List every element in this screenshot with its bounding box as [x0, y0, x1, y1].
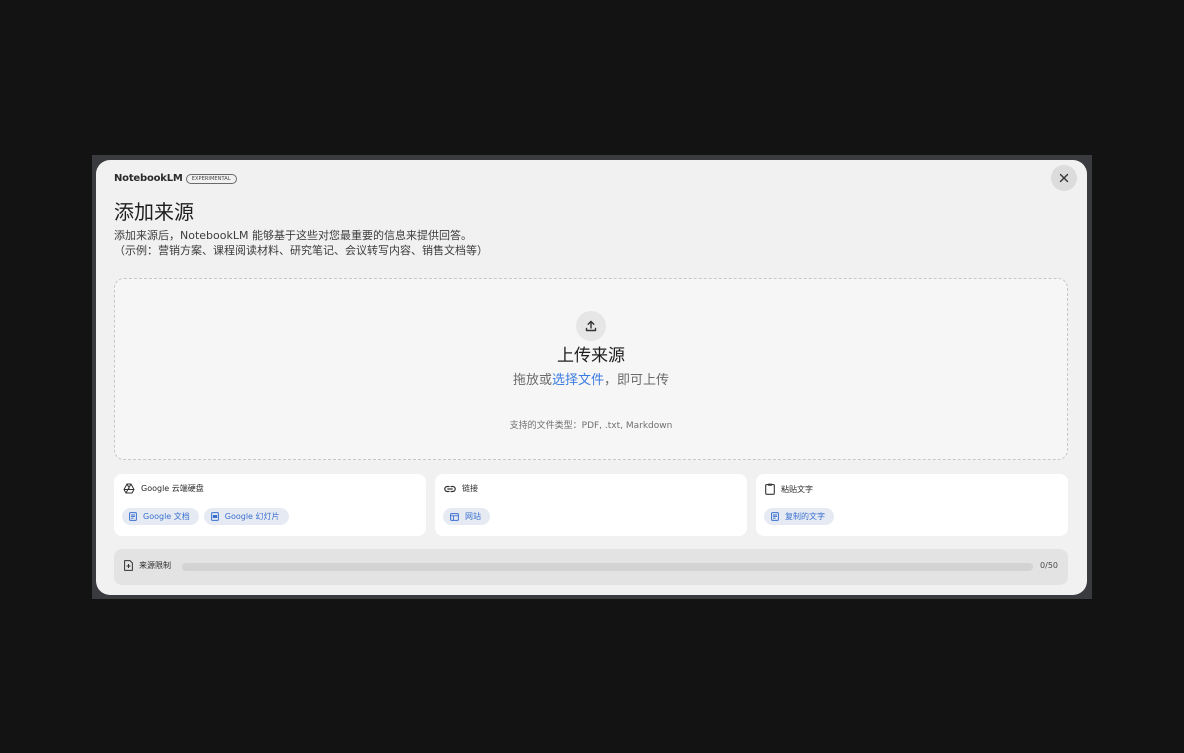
chip-group: Google 文档 Google 幻灯片 [122, 508, 289, 525]
upload-icon [585, 320, 597, 332]
source-limit-label-group: 来源限制 [124, 560, 171, 571]
chip-label: Google 文档 [143, 512, 190, 521]
close-icon [1059, 173, 1069, 183]
drive-icon [123, 483, 135, 494]
source-card-google-drive: Google 云端硬盘 Google 文档 Google 幻灯片 [114, 474, 426, 536]
upload-subtitle: 拖放或选择文件，即可上传 [115, 369, 1067, 388]
docs-icon [129, 512, 137, 521]
chip-label: 复制的文字 [785, 512, 825, 521]
chip-label: 网站 [465, 512, 481, 521]
clipboard-icon [765, 483, 775, 495]
website-chip[interactable]: 网站 [443, 508, 490, 525]
card-header: 链接 [444, 483, 478, 494]
chip-group: 复制的文字 [764, 508, 834, 525]
copied-text-chip[interactable]: 复制的文字 [764, 508, 834, 525]
add-sources-dialog: NotebookLM EXPERIMENTAL 添加来源 添加来源后，Noteb… [96, 160, 1087, 595]
upload-dropzone[interactable]: 上传来源 拖放或选择文件，即可上传 支持的文件类型：PDF, .txt, Mar… [114, 278, 1068, 460]
description-line-1: 添加来源后，NotebookLM 能够基于这些对您最重要的信息来提供回答。 [114, 229, 472, 242]
text-icon [771, 512, 779, 521]
upload-sub-prefix: 拖放或 [512, 373, 552, 388]
upload-sub-suffix: ，即可上传 [604, 373, 670, 388]
card-header: Google 云端硬盘 [123, 483, 204, 494]
brand-name: NotebookLM [114, 173, 183, 184]
google-docs-chip[interactable]: Google 文档 [122, 508, 199, 525]
slides-icon [210, 512, 219, 521]
description-line-2: （示例：营销方案、课程阅读材料、研究笔记、会议转写内容、销售文档等） [114, 244, 488, 257]
link-icon [444, 485, 456, 492]
source-limit-count: 0/50 [1040, 561, 1058, 570]
brand-row: NotebookLM EXPERIMENTAL [114, 173, 237, 184]
upload-button[interactable] [576, 311, 606, 341]
website-icon [450, 512, 459, 521]
experimental-badge: EXPERIMENTAL [185, 173, 237, 184]
google-slides-chip[interactable]: Google 幻灯片 [203, 508, 289, 525]
chip-group: 网站 [443, 508, 490, 525]
choose-file-link[interactable]: 选择文件 [552, 373, 604, 388]
source-limit-bar: 来源限制 0/50 [114, 549, 1068, 585]
source-limit-icon [124, 560, 133, 571]
chip-label: Google 幻灯片 [224, 512, 280, 521]
supported-file-types: 支持的文件类型：PDF, .txt, Markdown [509, 421, 673, 431]
dialog-title: 添加来源 [114, 200, 194, 224]
card-title: 粘贴文字 [781, 484, 813, 494]
source-limit-progress [182, 563, 1033, 571]
source-limit-label: 来源限制 [139, 561, 171, 570]
close-button[interactable] [1051, 165, 1077, 191]
source-card-link: 链接 网站 [435, 474, 747, 536]
card-title: Google 云端硬盘 [141, 484, 204, 493]
dialog-description: 添加来源后，NotebookLM 能够基于这些对您最重要的信息来提供回答。 （示… [114, 228, 488, 258]
card-title: 链接 [462, 484, 478, 493]
upload-title: 上传来源 [557, 346, 625, 366]
card-header: 粘贴文字 [765, 483, 813, 495]
source-card-paste-text: 粘贴文字 复制的文字 [756, 474, 1068, 536]
